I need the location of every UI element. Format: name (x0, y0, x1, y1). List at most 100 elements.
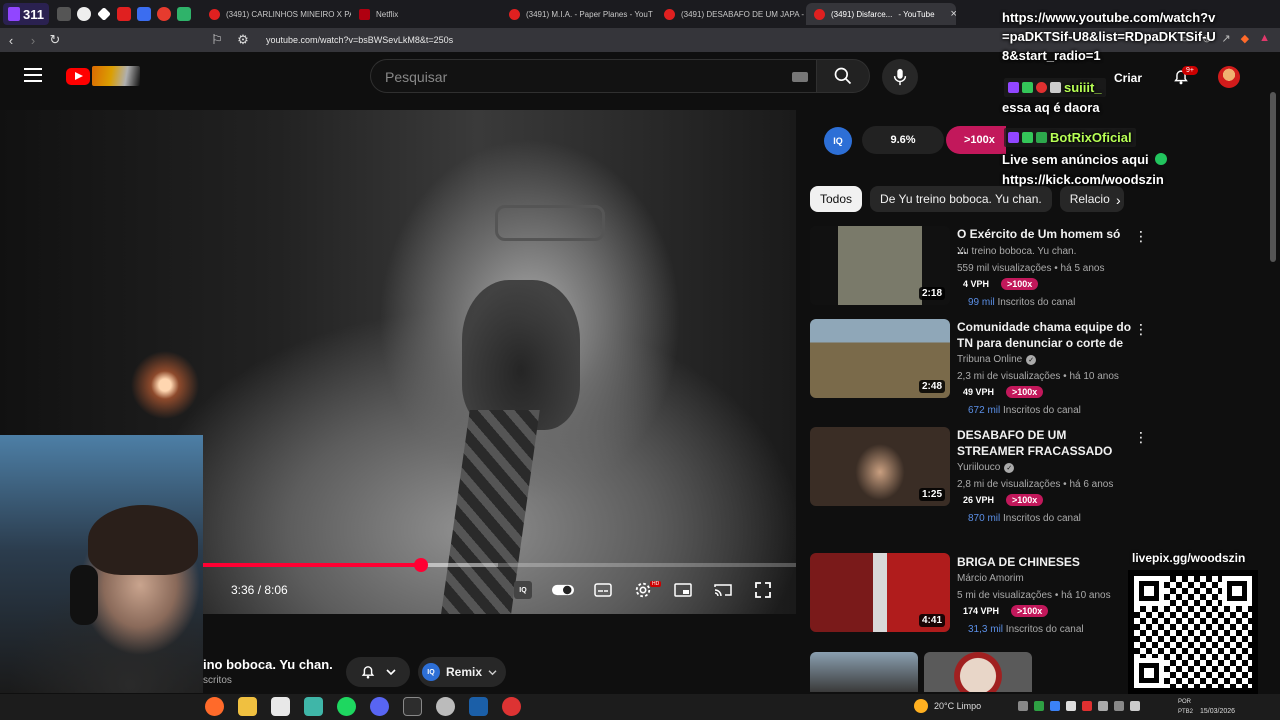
tray-icon[interactable] (1034, 701, 1044, 711)
youtube-icon (208, 8, 220, 20)
video-duration: 2:18 (918, 287, 945, 300)
menu-icon[interactable] (24, 68, 42, 82)
youtube-logo-icon[interactable] (66, 68, 90, 85)
progress-scrubber-handle[interactable] (413, 558, 428, 572)
video-thumbnail[interactable]: 4:41 (810, 553, 950, 632)
fullscreen-button[interactable] (752, 580, 774, 600)
chevron-right-icon[interactable]: › (1116, 192, 1121, 208)
brave-rewards-icon[interactable]: ▲ (1259, 32, 1270, 45)
pinned-tab-icon[interactable] (136, 7, 151, 21)
subtitles-button[interactable] (592, 580, 614, 600)
app-icon[interactable] (436, 697, 455, 716)
create-button[interactable]: Criar (1098, 66, 1158, 90)
voice-search-button[interactable] (882, 59, 918, 95)
iq-extension-icon[interactable]: IQ (824, 127, 852, 155)
pinned-tab-icon[interactable] (176, 7, 191, 21)
tray-icon[interactable] (1018, 701, 1028, 711)
shield-icon[interactable] (403, 697, 422, 716)
obs-icon[interactable] (502, 697, 521, 716)
page-scrollbar[interactable] (1269, 52, 1277, 692)
channel-subscribers: scritos (203, 675, 232, 686)
tray-icon[interactable] (1114, 701, 1124, 711)
avatar[interactable] (1218, 66, 1240, 88)
video-title[interactable]: BRIGA DE CHINESES (957, 554, 1132, 570)
share-icon[interactable]: ↗ (1221, 32, 1230, 45)
site-info-icon[interactable]: ⚙ (232, 32, 254, 48)
tray-icon[interactable] (1130, 701, 1140, 711)
pinned-tab-icon[interactable] (97, 7, 111, 21)
chevron-down-icon (386, 669, 396, 676)
tray-icon[interactable] (1082, 701, 1092, 711)
video-title[interactable]: Comunidade chama equipe do TN para denun… (957, 319, 1132, 351)
video-progress-bar[interactable] (200, 558, 796, 572)
spotify-icon[interactable] (337, 697, 356, 716)
video-channel[interactable]: Tribuna Online ✓ (957, 354, 1037, 365)
pinned-tab-icon[interactable] (156, 7, 171, 21)
recommendation-item[interactable]: 1:25 DESABAFO DE UM STREAMER FRACASSADO … (810, 427, 1148, 527)
pinned-tab-icon[interactable] (76, 7, 91, 21)
scrollbar-thumb[interactable] (1270, 92, 1276, 262)
keyboard-icon[interactable] (792, 72, 808, 82)
video-title[interactable]: DESABAFO DE UM STREAMER FRACASSADO (MAND… (957, 427, 1132, 459)
discord-icon[interactable] (370, 697, 389, 716)
green-circle-icon (1155, 153, 1168, 165)
video-meta: 5 mi de visualizações • há 10 anos (957, 590, 1111, 601)
input-language[interactable]: POR PTB2 (1178, 697, 1193, 717)
pinned-tab-icon[interactable] (56, 7, 71, 21)
autoplay-toggle[interactable] (552, 580, 574, 600)
video-channel[interactable]: Yuriilouco ✓ (957, 462, 1015, 473)
app-icon[interactable] (271, 697, 290, 716)
youtube-tab-icon[interactable] (116, 7, 131, 21)
channel-name[interactable]: ino boboca. Yu chan. (203, 657, 333, 672)
remix-button[interactable]: IQ Remix (418, 657, 506, 687)
video-thumbnail[interactable]: 2:48 (810, 319, 950, 398)
video-thumbnail[interactable]: 2:18 (810, 226, 950, 305)
folder-icon[interactable] (238, 697, 257, 716)
iq-extension-button[interactable]: IQ (512, 580, 534, 600)
system-clock[interactable]: 15/03/2026 (1200, 697, 1235, 717)
browser-tab-active[interactable]: (3491) Disfarce... - YouTube × (805, 3, 956, 25)
browser-tab[interactable]: (3491) M.I.A. - Paper Planes - YouT (501, 3, 656, 25)
cast-button[interactable] (712, 580, 734, 600)
forward-icon[interactable]: › (22, 33, 44, 48)
toggle-icon (552, 584, 574, 596)
brave-shield-icon[interactable]: ◆ (1241, 32, 1249, 45)
recommendation-item[interactable]: 4:41 BRIGA DE CHINESES Márcio Amorim 5 m… (810, 553, 1140, 639)
video-thumbnail[interactable] (810, 652, 918, 692)
tray-icon[interactable] (1050, 701, 1060, 711)
tray-icon[interactable] (1098, 701, 1108, 711)
weather-widget[interactable]: 20°C Limpo (914, 699, 981, 713)
search-box[interactable]: Pesquisar (370, 59, 816, 93)
browser-tab[interactable]: Netflix (351, 3, 501, 25)
recommendation-item[interactable]: 2:48 Comunidade chama equipe do TN para … (810, 319, 1148, 419)
close-tab-icon[interactable]: × (951, 8, 956, 20)
chip-related[interactable]: Relacio (1059, 186, 1124, 212)
youtube-icon (663, 8, 675, 20)
video-channel[interactable]: Yu treino boboca. Yu chan. (957, 246, 1076, 257)
app-icon[interactable] (304, 697, 323, 716)
twitch-icon (8, 7, 20, 21)
miniplayer-button[interactable] (672, 580, 694, 600)
chip-all[interactable]: Todos (810, 186, 863, 212)
browser-tab[interactable]: (3491) CARLINHOS MINEIRO X PA (201, 3, 351, 25)
video-thumbnail[interactable] (924, 652, 1032, 692)
more-options-icon[interactable]: ⋮ (1134, 228, 1148, 245)
browser-tab[interactable]: (3491) DESABAFO DE UM JAPA - (656, 3, 806, 25)
back-icon[interactable]: ‹ (0, 33, 22, 48)
recommendation-item[interactable]: 2:18 O Exército de Um homem só ... ⋮ Yu … (810, 226, 1148, 312)
reload-icon[interactable]: ↻ (44, 32, 66, 48)
brave-icon[interactable] (205, 697, 224, 716)
steam-icon[interactable] (469, 697, 488, 716)
tray-icon[interactable] (1066, 701, 1076, 711)
search-input[interactable]: Pesquisar (385, 69, 447, 85)
more-options-icon[interactable]: ⋮ (1134, 321, 1148, 338)
bookmark-icon[interactable]: ⚐ (206, 32, 228, 48)
chip-channel[interactable]: De Yu treino boboca. Yu chan. (870, 186, 1052, 212)
video-thumbnail[interactable]: 1:25 (810, 427, 950, 506)
twitch-widget[interactable]: 311 (3, 3, 49, 25)
subscription-bell-button[interactable] (346, 657, 410, 687)
url-text[interactable]: youtube.com/watch?v=bsBWSevLkM8&t=250s (266, 35, 453, 45)
video-channel[interactable]: Márcio Amorim (957, 573, 1024, 584)
search-button[interactable] (816, 59, 870, 93)
more-options-icon[interactable]: ⋮ (1134, 429, 1148, 446)
